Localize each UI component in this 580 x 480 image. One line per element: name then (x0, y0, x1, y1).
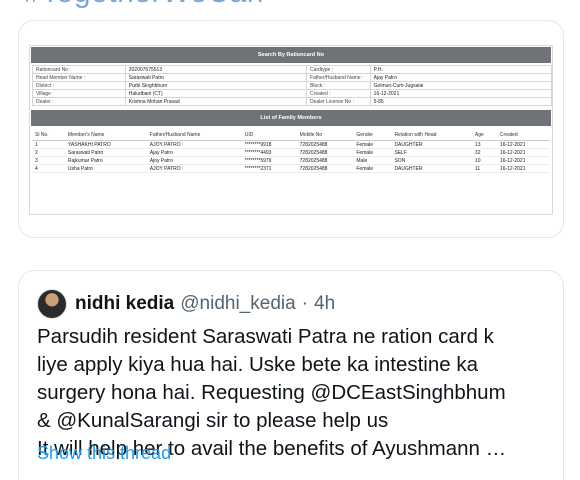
info-row: Rationcard No :202007675513 Cardtype : P.H… (32, 65, 553, 74)
column-header: Member's Name (64, 130, 147, 141)
info-value: P.H. (369, 65, 553, 74)
member-sl-cell: 1 (32, 140, 65, 149)
member-age-cell: 13 (471, 140, 497, 149)
member-gender-cell: Female (353, 164, 392, 173)
info-label: Rationcard No : (32, 65, 126, 74)
member-father-cell: Ajay Patro (146, 148, 242, 157)
ration-card-screenshot: Search By Rationcard No Rationcard No :2… (29, 45, 553, 215)
info-value: Haludbani (CT) (124, 89, 308, 98)
column-header: Sl No. (32, 130, 65, 141)
info-value: 5-85 (369, 97, 553, 106)
tweet-line: surgery hona hai. Requesting @DCEastSing… (37, 381, 506, 404)
member-uid-cell: ********9918 (241, 140, 297, 149)
info-label: Dealer : (32, 97, 126, 106)
info-row: Head Member Name : Saraswati Patro Father/… (32, 73, 553, 82)
member-age-cell: 32 (471, 148, 497, 157)
member-mobile-cell: 7282025488 (296, 164, 354, 173)
info-row: Village : Haludbani (CT) Created :16-12-20… (32, 89, 553, 98)
tweet-line: & @KunalSarangi sir to please help us (37, 409, 389, 432)
info-row: District : Purbi Singhbhum Block : Golmuri-… (32, 81, 553, 90)
member-gender-cell: Female (353, 140, 392, 149)
info-label: Created : (306, 89, 371, 98)
tweet-text: Parsudih resident Saraswati Patra ne rat… (37, 323, 557, 463)
table-row: 4 Usha Patro AJOY PATRO ********2371 7282025… (32, 164, 550, 173)
member-age-cell: 10 (471, 156, 497, 165)
info-label: Head Member Name : (32, 73, 126, 82)
member-relation-cell: DAUGHTER (391, 140, 472, 149)
member-created-cell: 16-12-2021 (496, 140, 550, 149)
member-relation-cell: SELF (391, 148, 472, 157)
member-father-cell: AJOY PATRO (146, 140, 242, 149)
search-title-bar: Search By Rationcard No (31, 47, 551, 63)
info-label: Dealer License No : (306, 97, 371, 106)
info-label: Village : (32, 89, 126, 98)
table-row: 1 YASHAKHI PATRO AJOY PATRO ********9918 728… (32, 140, 550, 149)
member-name-cell: Saraswati Patro (64, 148, 147, 157)
quoted-image-card[interactable]: Search By Rationcard No Rationcard No :2… (18, 20, 564, 238)
tweet-timestamp[interactable]: 4h (314, 293, 335, 315)
column-header: Age (471, 130, 497, 141)
info-row: Dealer : Krishna Mohan Prasad Dealer Licen… (32, 97, 553, 106)
separator-dot: · (301, 293, 308, 314)
info-label: Block : (306, 81, 371, 90)
member-sl-cell: 2 (32, 148, 65, 157)
info-value: 16-12-2021 (369, 89, 553, 98)
info-value: Golmuri-Cum-Jugsalai (369, 81, 553, 90)
column-header: Gender (353, 130, 392, 141)
info-value: Saraswati Patro (124, 73, 308, 82)
column-header: Created (496, 130, 550, 141)
member-age-cell: 11 (471, 164, 497, 173)
display-name[interactable]: nidhi kedia (75, 293, 174, 315)
member-created-cell: 16-12-2021 (496, 164, 550, 173)
column-header: Relation with Head (391, 130, 472, 141)
member-name-cell: Rajkumar Patro (64, 156, 147, 165)
member-name-cell: YASHAKHI PATRO (64, 140, 147, 149)
column-header: Mobile No (296, 130, 354, 141)
tweet-card[interactable]: nidhi kedia @nidhi_kedia · 4h Parsudih r… (18, 270, 564, 480)
member-name-cell: Usha Patro (64, 164, 147, 173)
members-title-bar: List of Family Members (31, 110, 551, 126)
member-mobile-cell: 7282025488 (296, 148, 354, 157)
column-header: UID (241, 130, 297, 141)
family-members-table: Sl No. Member's Name Father/Husband Name UI… (32, 130, 550, 173)
member-uid-cell: ********5979 (241, 156, 297, 165)
member-created-cell: 16-12-2021 (496, 148, 550, 157)
info-label: Father/Husband Name : (306, 73, 371, 82)
member-relation-cell: SON (391, 156, 472, 165)
member-gender-cell: Female (353, 148, 392, 157)
avatar[interactable] (37, 289, 67, 319)
member-gender-cell: Male (353, 156, 392, 165)
member-mobile-cell: 7282025488 (296, 140, 354, 149)
member-uid-cell: ********2371 (241, 164, 297, 173)
member-created-cell: 16-12-2021 (496, 156, 550, 165)
info-value: Krishna Mohan Prasad (124, 97, 308, 106)
hashtag-text[interactable]: #TogetherWeCan (24, 0, 264, 10)
tweet-header: nidhi kedia @nidhi_kedia · 4h (37, 289, 335, 319)
member-father-cell: AJOY PATRO (146, 164, 242, 173)
member-mobile-cell: 7282025488 (296, 156, 354, 165)
show-thread-link[interactable]: Show this thread (37, 443, 171, 464)
info-label: District : (32, 81, 126, 90)
table-row: 2 Saraswati Patro Ajay Patro ********4493 72… (32, 148, 550, 157)
user-handle[interactable]: @nidhi_kedia (180, 293, 295, 315)
tweet-line: Parsudih resident Saraswati Patra ne rat… (37, 325, 494, 348)
member-father-cell: Ajoy Patro (146, 156, 242, 165)
info-value: Ajay Patro (369, 73, 553, 82)
info-value: Purbi Singhbhum (124, 81, 308, 90)
member-relation-cell: DAUGHTER (391, 164, 472, 173)
info-value: 202007675513 (124, 65, 308, 74)
member-sl-cell: 3 (32, 156, 65, 165)
info-label: Cardtype : (306, 65, 371, 74)
column-header: Father/Husband Name (146, 130, 242, 141)
member-uid-cell: ********4493 (241, 148, 297, 157)
ration-card-info-table: Rationcard No :202007675513 Cardtype : P.H… (32, 65, 553, 106)
member-sl-cell: 4 (32, 164, 65, 173)
tweet-line: liye apply kiya hua hai. Uske bete ka in… (37, 353, 479, 376)
table-row: 3 Rajkumar Patro Ajoy Patro ********5979 728… (32, 156, 550, 165)
